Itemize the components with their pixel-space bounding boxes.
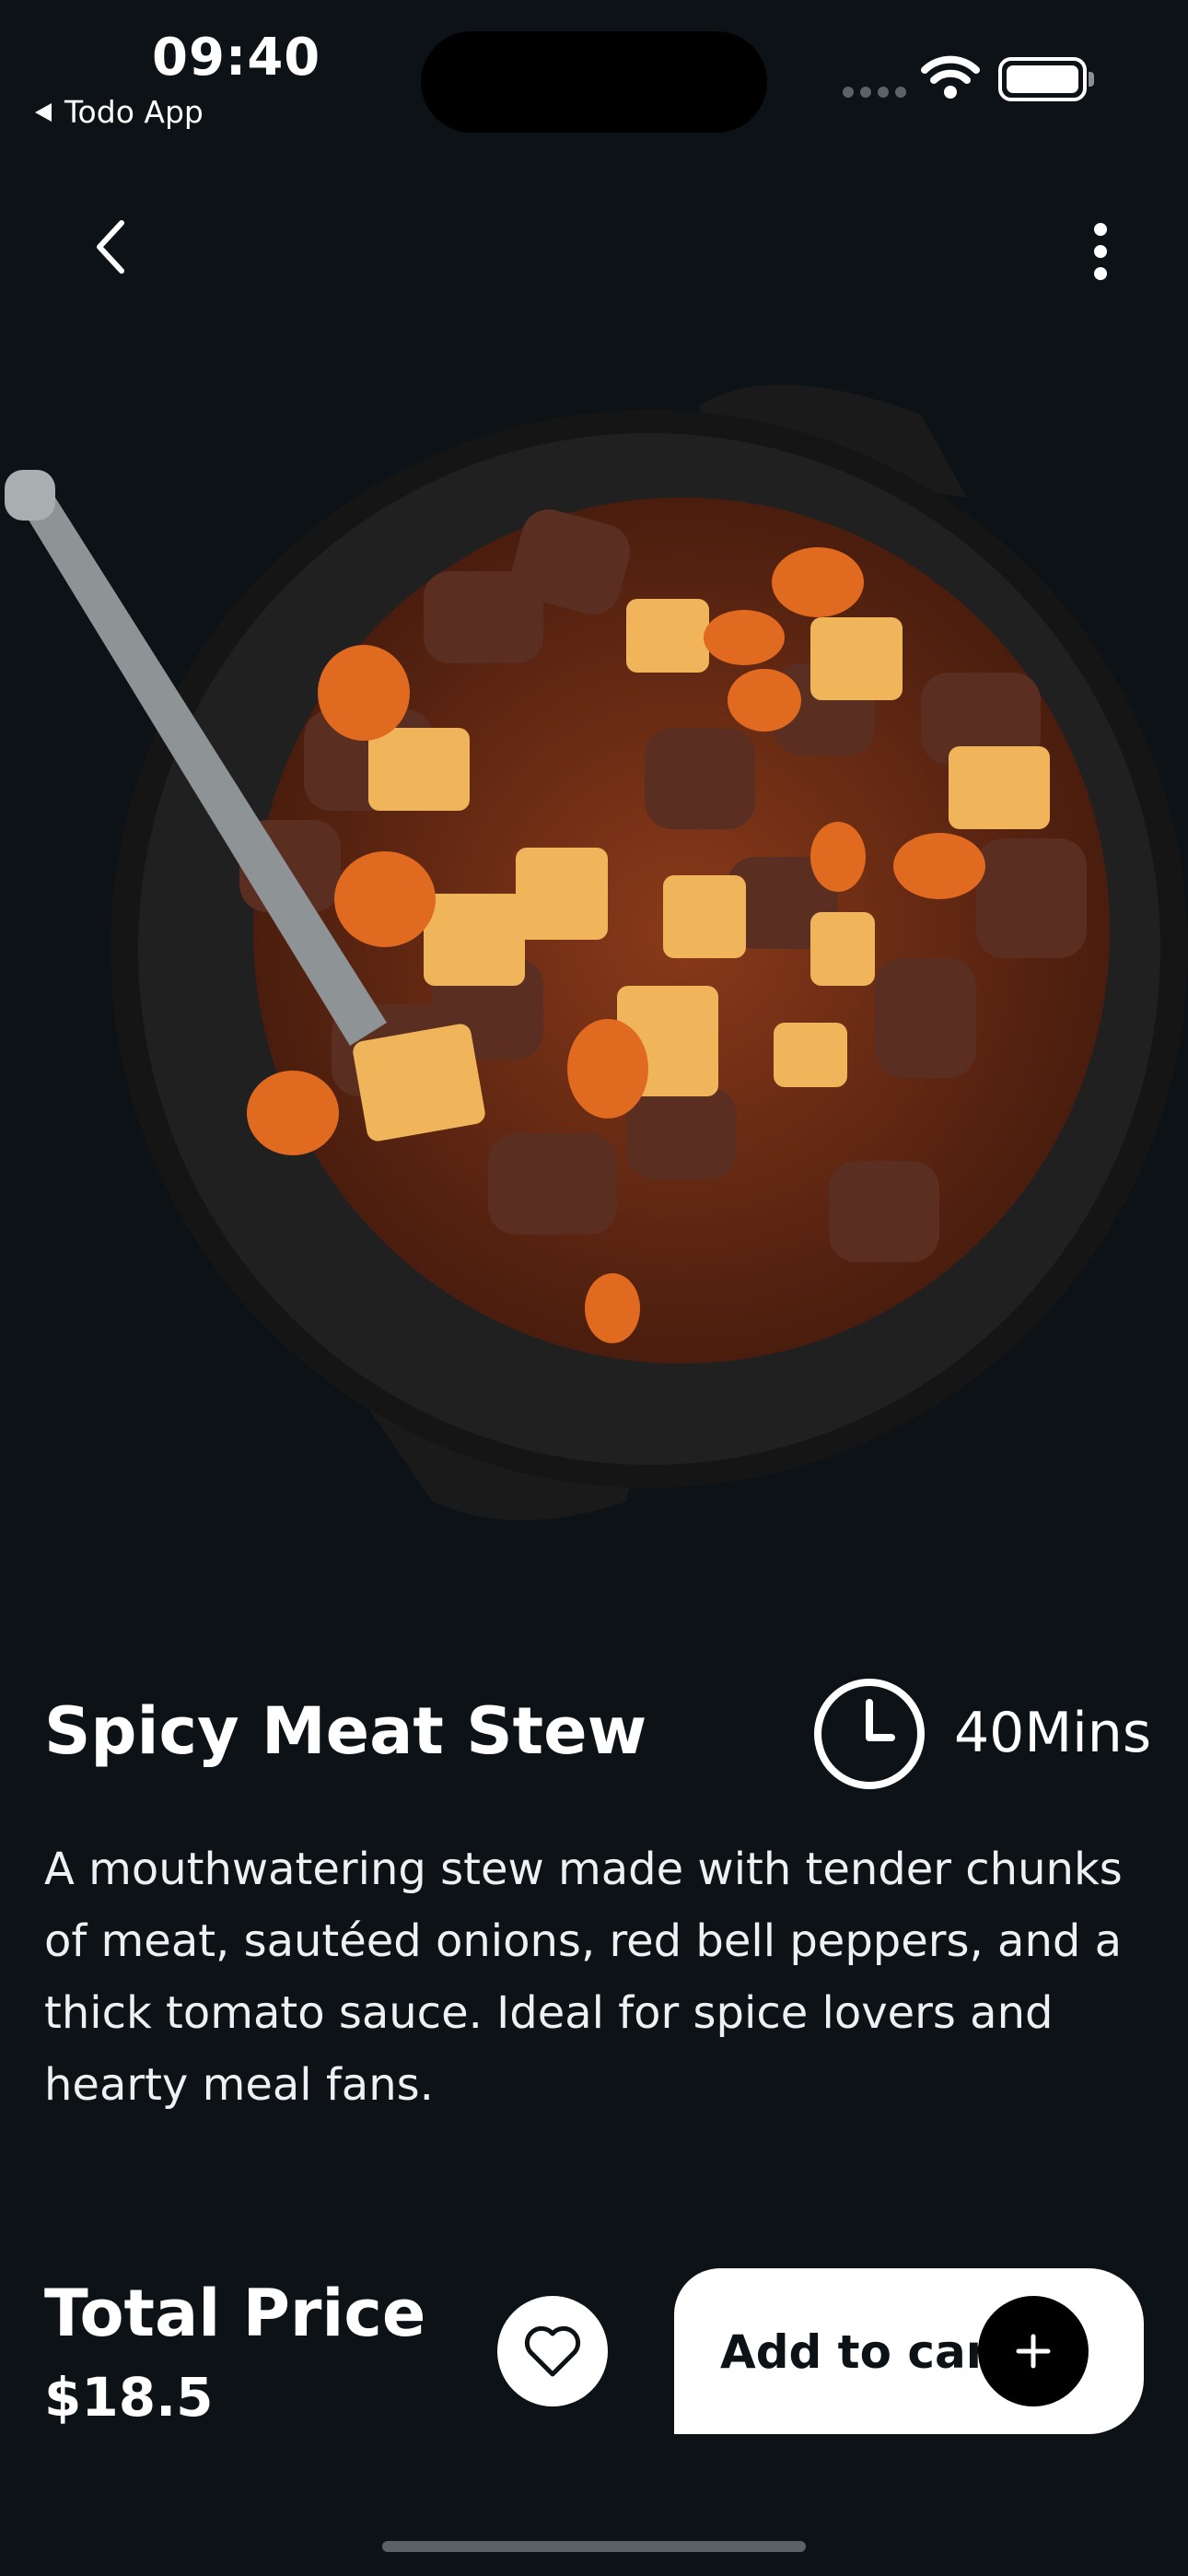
back-triangle-icon xyxy=(35,102,52,122)
total-price-value: $18.5 xyxy=(44,2366,214,2429)
cook-time: 40Mins xyxy=(954,1701,1152,1765)
clock-icon xyxy=(814,1679,925,1789)
battery-icon xyxy=(998,57,1094,101)
add-to-cart-button[interactable]: Add to cart xyxy=(674,2268,1144,2434)
chevron-left-icon xyxy=(97,220,124,274)
back-button[interactable] xyxy=(74,210,147,284)
dish-title: Spicy Meat Stew xyxy=(44,1693,647,1769)
add-to-cart-label: Add to cart xyxy=(720,2325,1011,2379)
status-time: 09:40 xyxy=(152,28,321,88)
wifi-icon xyxy=(921,55,980,99)
plus-icon xyxy=(978,2296,1089,2406)
back-to-app-link[interactable]: Todo App xyxy=(35,94,204,130)
cellular-signal-icon xyxy=(843,87,906,98)
heart-icon xyxy=(524,2325,581,2377)
dish-description: A mouthwatering stew made with tender ch… xyxy=(44,1844,1123,2111)
more-options-button[interactable] xyxy=(1068,210,1133,293)
dish-image xyxy=(5,384,1188,1520)
back-app-label: Todo App xyxy=(64,94,204,130)
favorite-button[interactable] xyxy=(497,2296,608,2406)
total-price-label: Total Price xyxy=(44,2276,426,2351)
more-vertical-icon xyxy=(1094,223,1107,236)
home-indicator xyxy=(382,2541,806,2552)
dynamic-island xyxy=(421,31,767,133)
